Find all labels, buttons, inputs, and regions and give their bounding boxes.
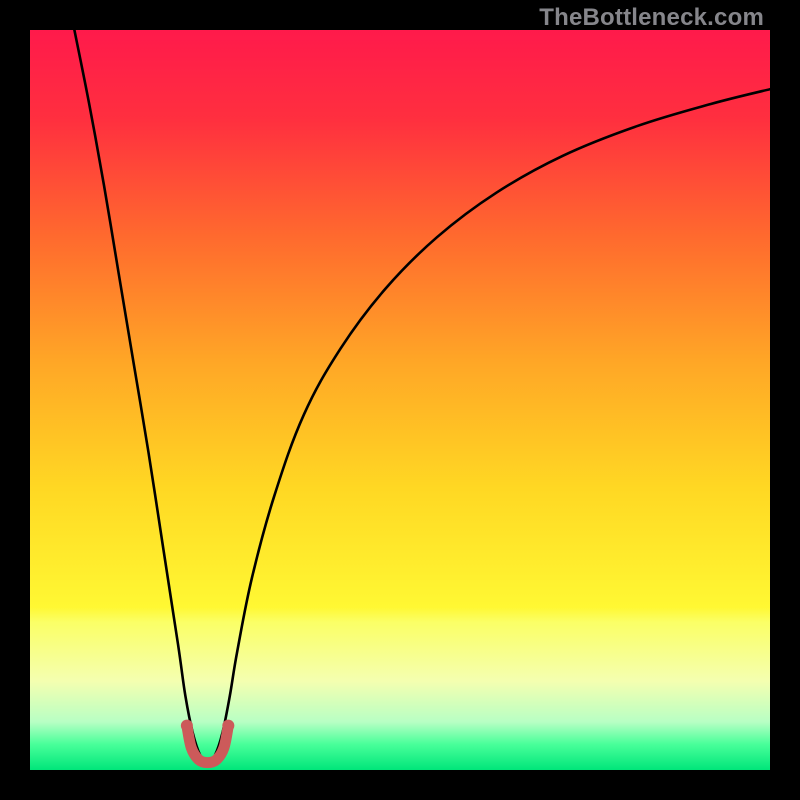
watermark-text: TheBottleneck.com [539,4,764,32]
bottleneck-chart [30,30,770,770]
chart-frame [30,30,770,770]
